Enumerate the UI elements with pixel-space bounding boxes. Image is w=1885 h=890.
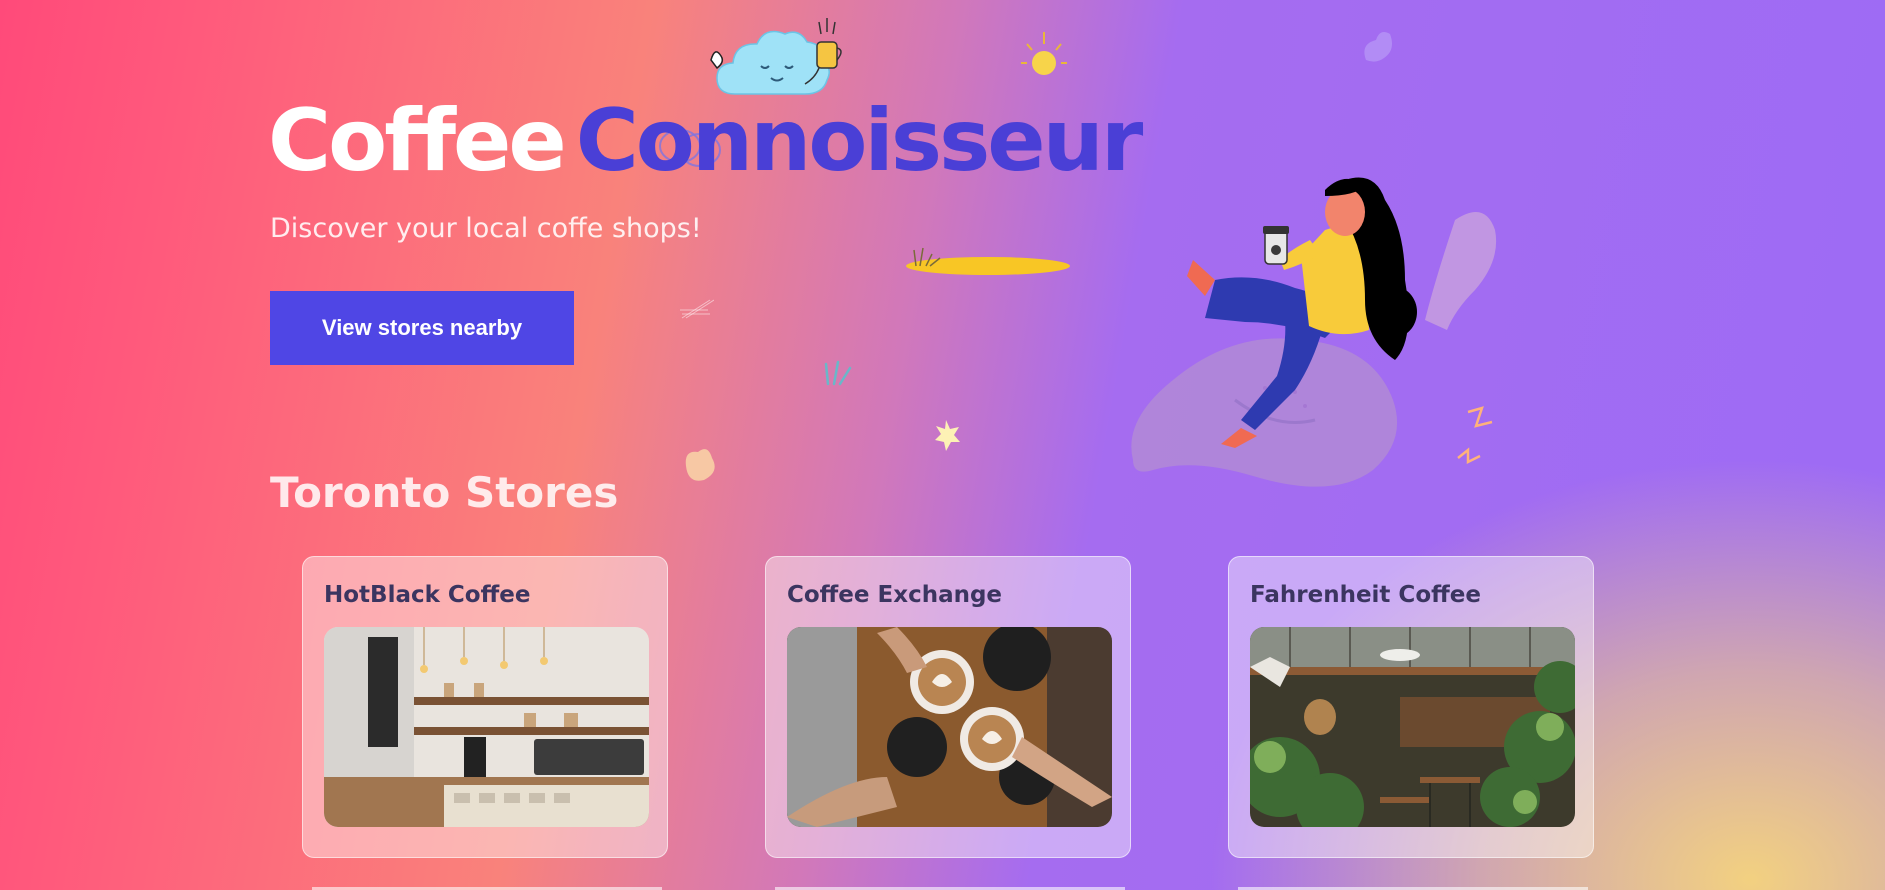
grass-strokes-decoration — [824, 360, 852, 386]
yellow-ground-decoration — [906, 247, 1070, 275]
store-card-title[interactable]: Coffee Exchange — [787, 582, 1002, 608]
site-title: Coffee Connoisseur — [268, 98, 1143, 184]
peach-leaf-decoration — [685, 449, 715, 481]
leaf-icon — [1364, 32, 1392, 62]
store-card-title[interactable]: Fahrenheit Coffee — [1250, 582, 1481, 608]
plant-filled-cafe-photo[interactable] — [1250, 627, 1575, 827]
store-card-fahrenheit[interactable]: Fahrenheit Coffee — [1228, 556, 1594, 858]
sun-icon — [1021, 32, 1067, 75]
view-stores-nearby-button[interactable]: View stores nearby — [270, 291, 574, 365]
sparkle-icon — [935, 420, 960, 451]
cloud-mascot-icon — [710, 18, 842, 95]
section-title: Toronto Stores — [270, 468, 619, 517]
site-title-word-connoisseur: Connoisseur — [575, 91, 1144, 191]
woman-with-coffee-illustration — [1131, 177, 1497, 487]
site-title-word-coffee: Coffee — [268, 91, 567, 191]
latte-cheers-photo[interactable] — [787, 627, 1112, 827]
store-card-hotblack[interactable]: HotBlack Coffee — [302, 556, 668, 858]
cafe-counter-photo[interactable] — [324, 627, 649, 827]
store-card-coffee-exchange[interactable]: Coffee Exchange — [765, 556, 1131, 858]
hero-subtitle: Discover your local coffe shops! — [270, 213, 702, 244]
store-card-title[interactable]: HotBlack Coffee — [324, 582, 530, 608]
grid-dots-decoration — [680, 299, 714, 319]
